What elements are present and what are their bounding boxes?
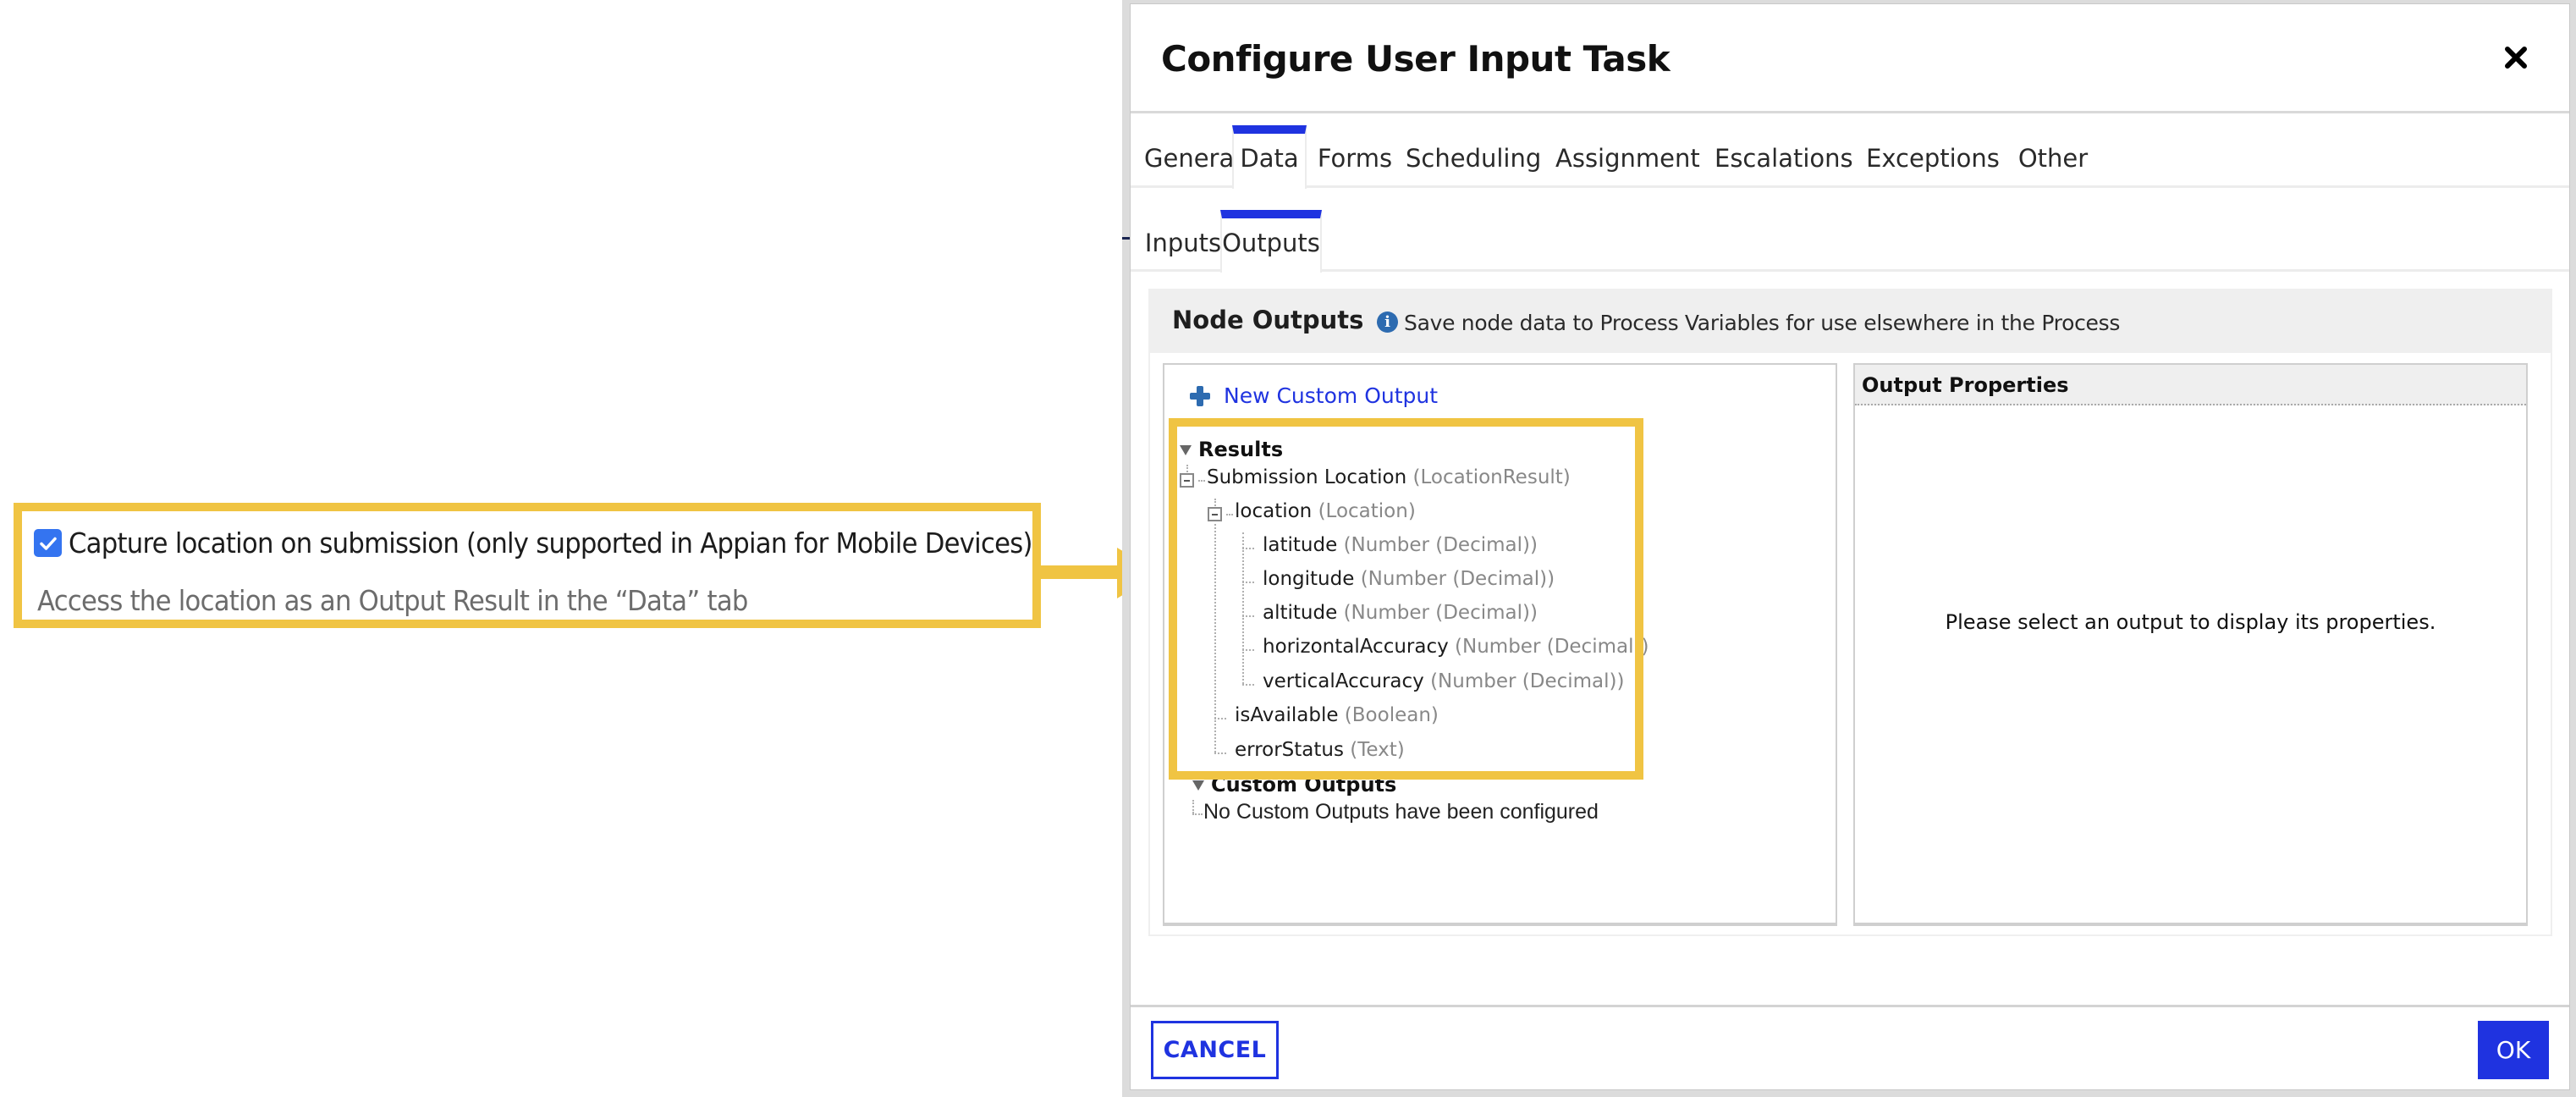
tab-escalations[interactable]: Escalations (1715, 125, 1853, 189)
output-properties-panel: Output Properties Please select an outpu… (1853, 363, 2528, 926)
node-outputs-title: Node Outputs (1172, 306, 1364, 334)
tab-scheduling[interactable]: Scheduling (1406, 125, 1541, 189)
cancel-button[interactable]: CANCEL (1151, 1021, 1279, 1079)
node-outputs-description: Save node data to Process Variables for … (1404, 311, 2121, 335)
outputs-tree-panel: New Custom Output Results Submission Loc… (1163, 363, 1837, 926)
collapse-triangle-icon (1192, 780, 1204, 791)
dialog-title: Configure User Input Task (1161, 38, 1671, 80)
configure-task-dialog: Configure User Input Task General Data F… (1130, 3, 2570, 1090)
tab-exceptions[interactable]: Exceptions (1865, 125, 2001, 189)
capture-location-label: Capture location on submission (only sup… (69, 526, 1032, 560)
capture-location-row: Capture location on submission (only sup… (34, 526, 1104, 560)
subtab-inputs[interactable]: Inputs (1144, 210, 1222, 273)
tab-forms[interactable]: Forms (1315, 125, 1395, 189)
subtab-outputs[interactable]: Outputs (1220, 210, 1322, 273)
data-subtabs: Inputs Outputs (1131, 188, 2569, 273)
ok-button[interactable]: OK (2478, 1021, 2549, 1079)
backdrop-tab-indicator (1122, 237, 1130, 240)
annotation-callout: Capture location on submission (only sup… (14, 503, 1041, 628)
annotation-arrow-shaft (1041, 565, 1122, 579)
no-custom-outputs-message: No Custom Outputs have been configured (1203, 800, 1599, 824)
output-properties-empty-message: Please select an output to display its p… (1945, 610, 2436, 634)
output-properties-header: Output Properties (1855, 365, 2526, 405)
tab-general[interactable]: General (1144, 125, 1241, 189)
node-outputs-section: Node Outputs i Save node data to Process… (1148, 289, 2552, 936)
capture-location-help-text: Access the location as an Output Result … (37, 584, 748, 617)
capture-location-checkbox[interactable] (34, 529, 62, 557)
close-icon[interactable] (2503, 45, 2529, 70)
tree-connector (1192, 800, 1194, 813)
node-outputs-header: Node Outputs i Save node data to Process… (1150, 289, 2551, 353)
dialog-header: Configure User Input Task (1131, 4, 2569, 113)
main-tabs: General Data Forms Scheduling Assignment… (1131, 113, 2569, 189)
tab-data[interactable]: Data (1232, 125, 1307, 189)
results-highlight-box (1169, 418, 1643, 780)
tab-assignment[interactable]: Assignment (1555, 125, 1700, 189)
tab-other[interactable]: Other (2015, 125, 2091, 189)
tree-connector (1192, 813, 1203, 815)
checkmark-icon (39, 537, 57, 550)
dialog-footer: CANCEL OK (1131, 1005, 2569, 1091)
output-properties-title: Output Properties (1862, 373, 2069, 397)
info-icon: i (1377, 311, 1398, 333)
